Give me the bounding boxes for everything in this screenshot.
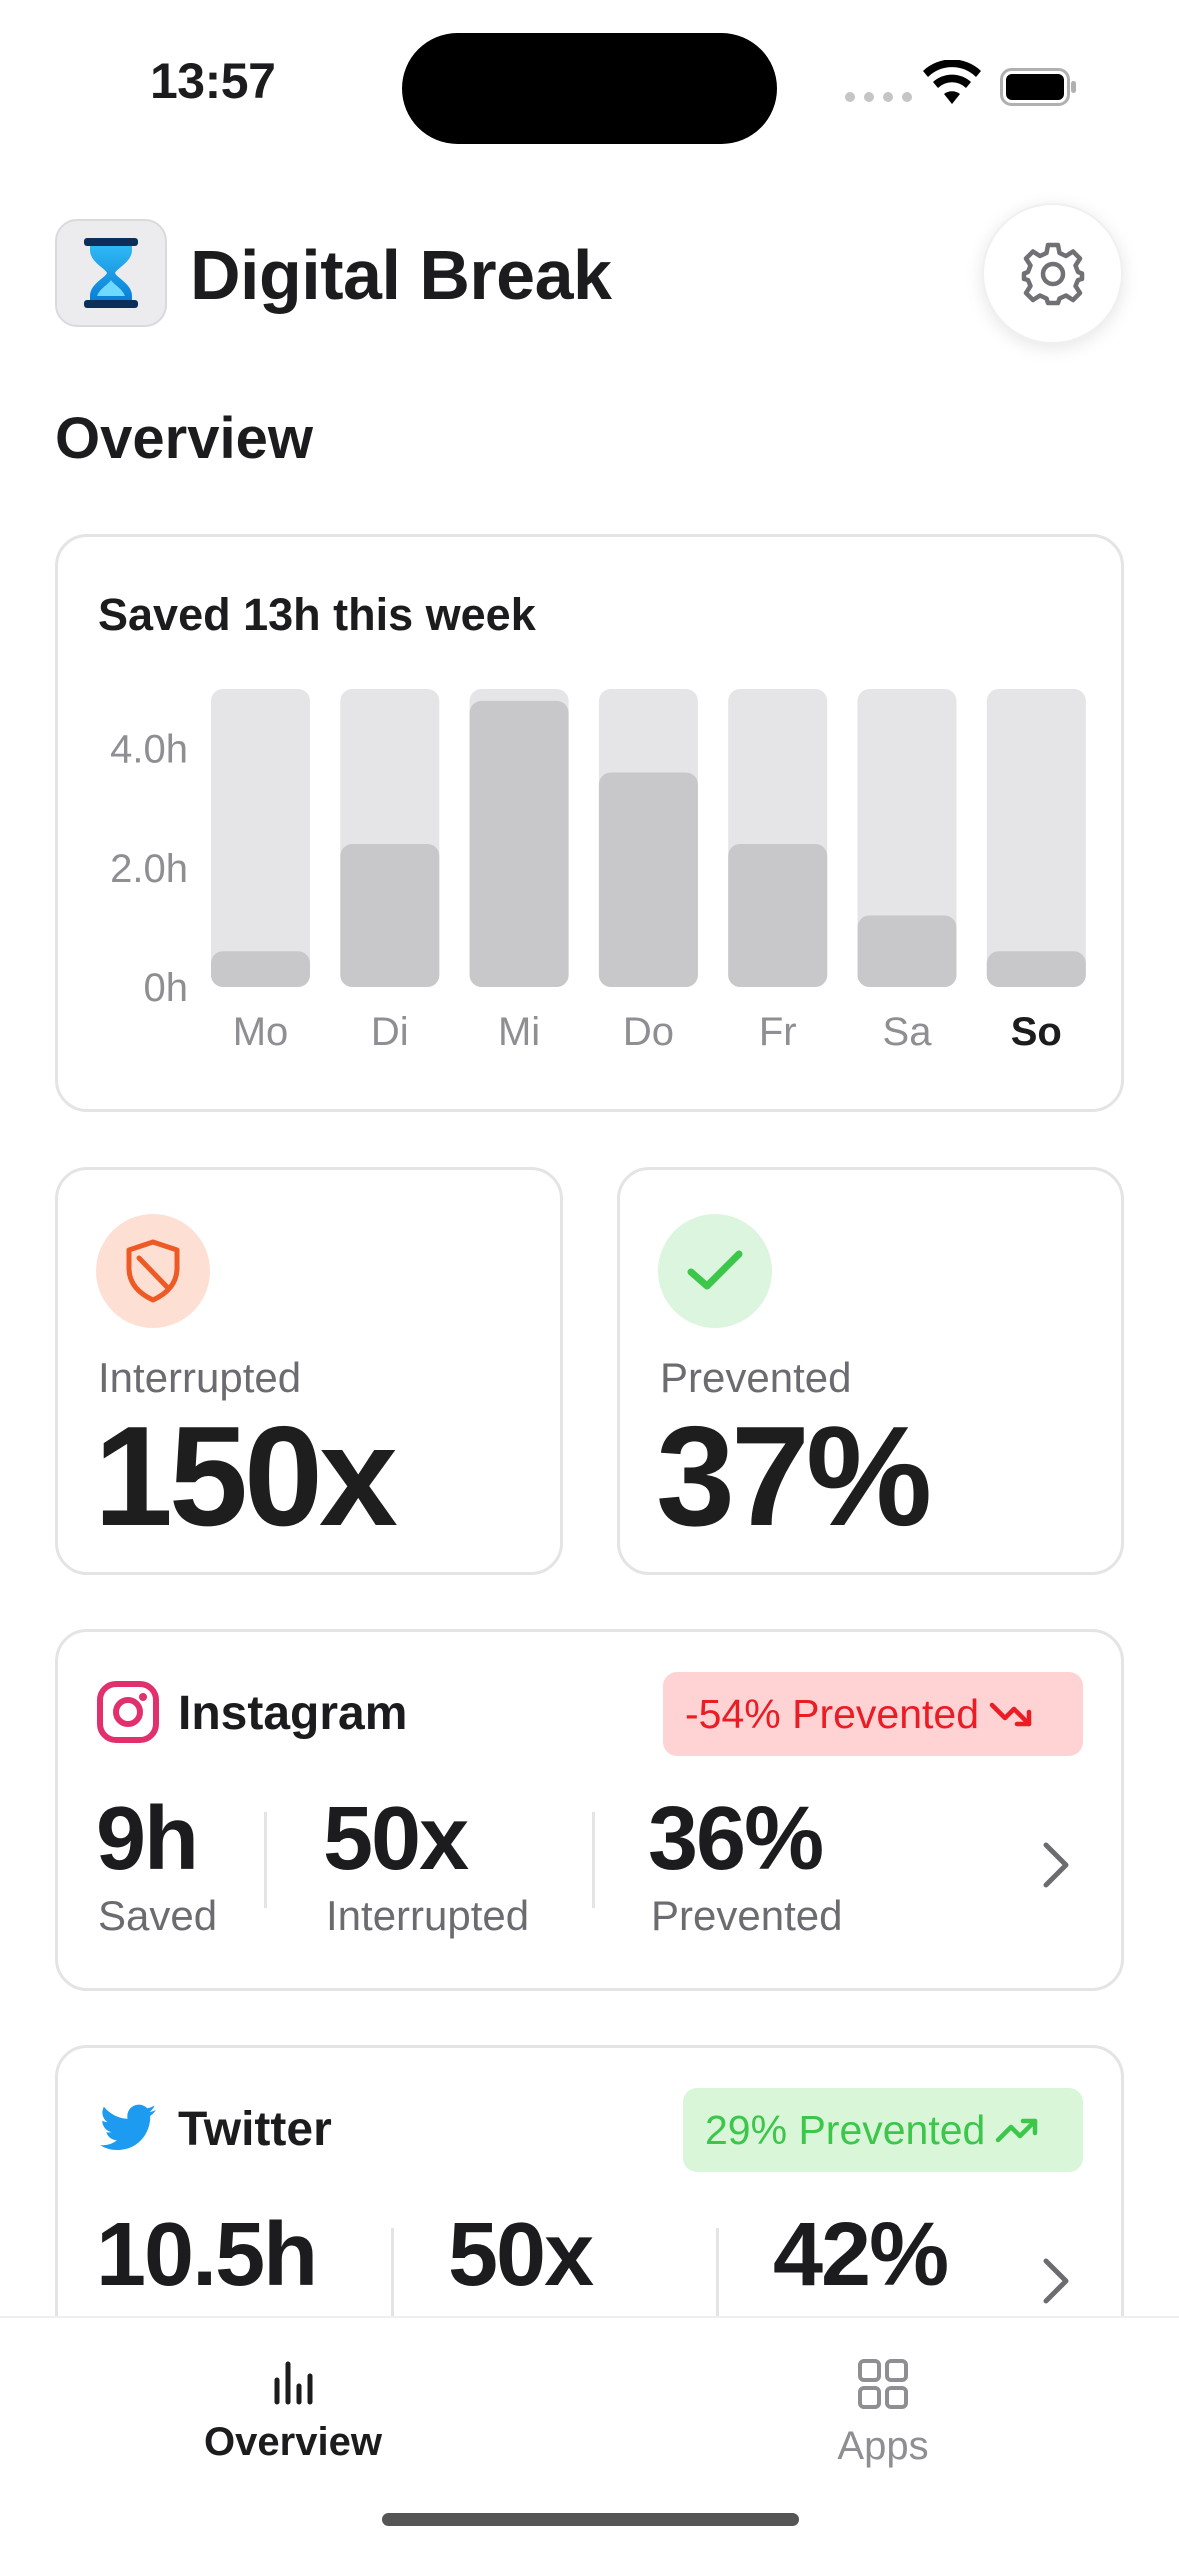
prevented-change-badge: -54% Prevented — [663, 1672, 1083, 1756]
metric-interrupted-value: 50x — [323, 1789, 469, 1889]
metric-saved-label: Saved — [98, 1892, 218, 1939]
wifi-icon — [923, 60, 981, 104]
x-tick-label: Do — [623, 1010, 674, 1054]
interrupted-value: 150x — [94, 1397, 398, 1556]
tab-overview-label: Overview — [204, 2420, 382, 2464]
bar-do — [598, 772, 698, 987]
trend-up-icon — [996, 2118, 1038, 2143]
metric-saved-value: 10.5h — [96, 2205, 318, 2305]
x-tick-label: Fr — [759, 1010, 797, 1054]
tab-overview[interactable]: Overview — [143, 2358, 443, 2468]
x-tick-label: Mi — [498, 1010, 540, 1054]
grid-icon — [858, 2359, 908, 2409]
metric-prevented-label: Prevented — [651, 1892, 843, 1939]
prevented-card: Prevented 37% — [617, 1167, 1124, 1575]
metric-prevented-value: 42% — [773, 2205, 949, 2305]
app-title: Digital Break — [190, 236, 612, 314]
x-tick-label: Sa — [883, 1010, 933, 1054]
y-tick-label: 4.0h — [110, 728, 188, 772]
trend-down-icon — [989, 1702, 1032, 1727]
bar-mi — [469, 700, 569, 987]
bar-track — [211, 689, 310, 987]
app-card-instagram[interactable]: Instagram -54% Prevented 9h Saved 50x In… — [55, 1629, 1124, 1991]
prevented-change-badge: 29% Prevented — [683, 2088, 1083, 2172]
x-tick-label: Di — [371, 1010, 409, 1054]
weekly-bar-chart: 0h 2.0h 4.0h Mo Di Mi Do Fr Sa So — [110, 689, 1086, 1054]
chevron-right-icon — [1043, 2258, 1069, 2304]
tab-apps[interactable]: Apps — [733, 2358, 1033, 2472]
bar-so — [986, 951, 1086, 987]
x-tick-label: So — [1011, 1010, 1062, 1054]
metric-divider — [592, 1812, 595, 1908]
metric-saved-value: 9h — [96, 1789, 199, 1889]
battery-icon — [1000, 68, 1076, 106]
metric-prevented-value: 36% — [648, 1789, 824, 1889]
bar-track — [986, 689, 1086, 987]
badge-text: 29% Prevented — [705, 2106, 986, 2153]
metric-interrupted-label: Interrupted — [326, 1892, 530, 1939]
settings-button[interactable] — [982, 203, 1123, 344]
home-indicator — [382, 2513, 799, 2526]
y-tick-label: 0h — [144, 966, 189, 1010]
bar-chart-icon — [274, 2361, 313, 2405]
metric-divider — [391, 2228, 394, 2324]
app-logo-icon — [55, 219, 167, 327]
tab-apps-label: Apps — [837, 2424, 929, 2468]
app-name: Instagram — [178, 1687, 408, 1740]
check-icon — [687, 1250, 743, 1290]
metric-divider — [716, 2228, 719, 2324]
hourglass-icon — [84, 238, 138, 308]
bar-di — [340, 843, 440, 987]
status-time: 13:57 — [150, 53, 276, 109]
metric-divider — [264, 1812, 267, 1908]
shield-icon-badge — [96, 1214, 210, 1328]
weekly-chart-card: Saved 13h this week 0h 2.0h 4.0h Mo Di Mi Do Fr… — [55, 534, 1124, 1112]
instagram-icon — [97, 1681, 159, 1743]
chevron-right-icon — [1043, 1842, 1069, 1888]
check-icon-badge — [658, 1214, 772, 1328]
metric-interrupted-value: 50x — [448, 2205, 594, 2305]
gear-icon — [1021, 242, 1084, 305]
cellular-signal-icon — [845, 92, 912, 102]
dynamic-island — [402, 33, 777, 144]
y-tick-label: 2.0h — [110, 847, 188, 891]
shield-icon — [126, 1239, 180, 1303]
twitter-icon — [100, 2104, 156, 2151]
bar-fr — [728, 843, 828, 987]
bar-sa — [857, 915, 957, 987]
prevented-value: 37% — [656, 1397, 932, 1556]
bar-mo — [211, 951, 310, 987]
interrupted-card: Interrupted 150x — [55, 1167, 563, 1575]
x-tick-label: Mo — [233, 1010, 289, 1054]
app-name: Twitter — [178, 2103, 332, 2156]
section-title: Overview — [55, 406, 313, 471]
badge-text: -54% Prevented — [685, 1690, 980, 1737]
